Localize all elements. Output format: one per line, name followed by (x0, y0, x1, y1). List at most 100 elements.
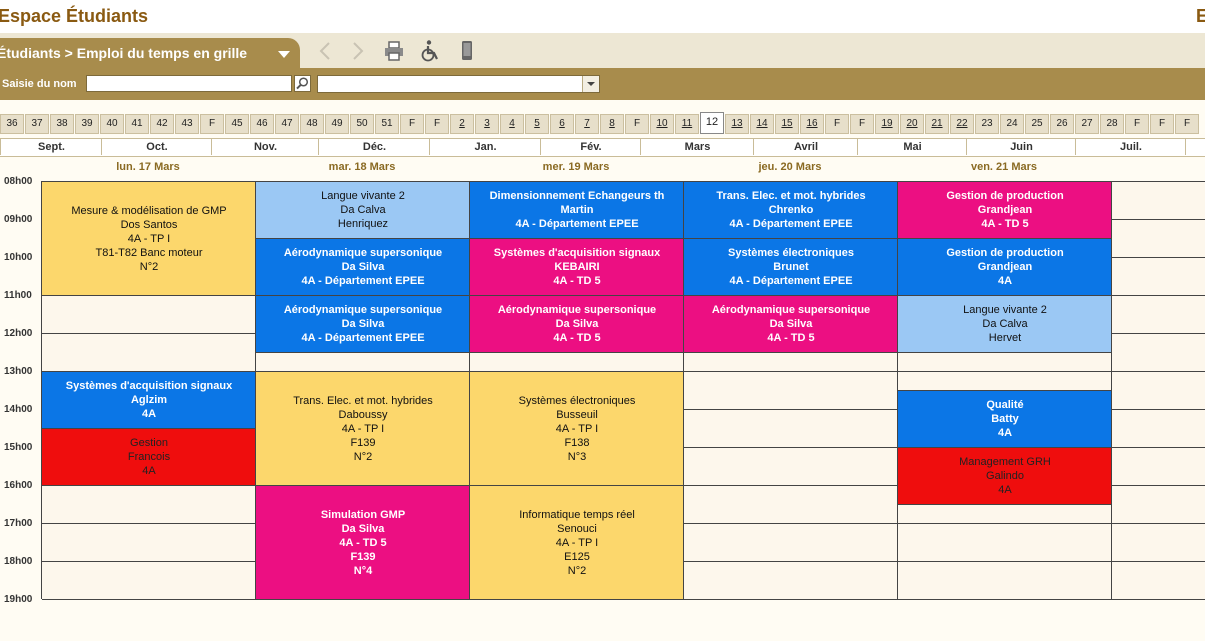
hour-line (1112, 371, 1205, 372)
week-7[interactable]: 7 (575, 114, 599, 134)
week-holiday[interactable]: F (1125, 114, 1149, 134)
day-column: Gestion de production Grandjean 4A - TD 5G… (897, 181, 1113, 600)
course-block[interactable]: Aérodynamique supersonique Da Silva 4A - T… (470, 295, 684, 353)
week-14[interactable]: 14 (750, 114, 774, 134)
week-holiday[interactable]: F (850, 114, 874, 134)
accessibility-icon[interactable] (418, 39, 442, 63)
week-21[interactable]: 21 (925, 114, 949, 134)
week-48[interactable]: 48 (300, 114, 324, 134)
name-search-input[interactable] (86, 75, 292, 92)
course-block[interactable]: Systèmes électroniques Busseuil 4A - TP IF… (470, 371, 684, 486)
course-block[interactable]: Simulation GMP Da Silva 4A - TD 5 F139 N°4 (256, 485, 470, 600)
hour-line (684, 485, 898, 486)
hour-line (898, 561, 1112, 562)
week-15[interactable]: 15 (775, 114, 799, 134)
course-title: Systèmes électroniques (728, 247, 854, 259)
week-50[interactable]: 50 (350, 114, 374, 134)
course-block[interactable]: Aérodynamique supersonique Da Silva 4A - D… (256, 295, 470, 353)
course-detail: Martin (560, 204, 594, 216)
week-37[interactable]: 37 (25, 114, 49, 134)
course-block[interactable]: Systèmes d'acquisition signaux KEBAIRI 4A … (470, 238, 684, 296)
week-38[interactable]: 38 (50, 114, 74, 134)
week-41[interactable]: 41 (125, 114, 149, 134)
hour-line (1112, 561, 1205, 562)
course-detail: Da Calva (982, 318, 1028, 330)
search-button[interactable] (294, 75, 311, 92)
chevron-down-icon[interactable] (278, 51, 290, 58)
week-holiday[interactable]: F (1150, 114, 1174, 134)
course-block[interactable]: Aérodynamique supersonique Da Silva 4A - D… (256, 238, 470, 296)
week-27[interactable]: 27 (1075, 114, 1099, 134)
course-detail: Hervet (988, 332, 1022, 344)
course-title: Management GRH (959, 456, 1051, 468)
course-block[interactable]: Systèmes électroniques Brunet 4A - Départe… (684, 238, 898, 296)
week-2[interactable]: 2 (450, 114, 474, 134)
course-block[interactable]: Aérodynamique supersonique Da Silva 4A - T… (684, 295, 898, 353)
week-holiday[interactable]: F (825, 114, 849, 134)
week-45[interactable]: 45 (225, 114, 249, 134)
week-holiday[interactable]: F (400, 114, 424, 134)
week-4[interactable]: 4 (500, 114, 524, 134)
week-5[interactable]: 5 (525, 114, 549, 134)
mobile-phone-icon[interactable] (455, 39, 479, 63)
course-block[interactable]: Gestion de production Grandjean 4A (898, 238, 1112, 296)
week-24[interactable]: 24 (1000, 114, 1024, 134)
week-23[interactable]: 23 (975, 114, 999, 134)
forward-arrow-icon[interactable] (346, 39, 370, 63)
course-title: Aérodynamique supersonique (711, 304, 871, 316)
week-12[interactable]: 12 (700, 112, 724, 134)
back-arrow-icon[interactable] (313, 39, 337, 63)
week-43[interactable]: 43 (175, 114, 199, 134)
week-holiday[interactable]: F (1175, 114, 1199, 134)
week-holiday[interactable]: F (200, 114, 224, 134)
course-detail: Da Silva (555, 318, 599, 330)
week-6[interactable]: 6 (550, 114, 574, 134)
week-20[interactable]: 20 (900, 114, 924, 134)
course-block[interactable]: Gestion de production Grandjean 4A - TD 5 (898, 181, 1112, 239)
print-icon[interactable] (382, 39, 406, 63)
course-block[interactable]: Systèmes d'acquisition signaux Aglzim 4A (42, 371, 256, 429)
week-8[interactable]: 8 (600, 114, 624, 134)
week-holiday[interactable]: F (425, 114, 449, 134)
week-22[interactable]: 22 (950, 114, 974, 134)
week-13[interactable]: 13 (725, 114, 749, 134)
day-column: Langue vivante 2 Da Calva Henriquez Aérodyn… (255, 181, 471, 600)
week-19[interactable]: 19 (875, 114, 899, 134)
breadcrumb[interactable]: Étudiants > Emploi du temps en grille (0, 38, 300, 68)
course-block[interactable]: Mesure & modélisation de GMP Dos Santos 4A… (42, 181, 256, 296)
week-51[interactable]: 51 (375, 114, 399, 134)
course-detail: Brunet (773, 261, 809, 273)
week-47[interactable]: 47 (275, 114, 299, 134)
course-detail: Chrenko (768, 204, 814, 216)
course-block[interactable]: Trans. Elec. et mot. hybrides Chrenko 4A -… (684, 181, 898, 239)
course-block[interactable]: Trans. Elec. et mot. hybrides Daboussy 4A … (256, 371, 470, 486)
week-39[interactable]: 39 (75, 114, 99, 134)
week-42[interactable]: 42 (150, 114, 174, 134)
course-title: Systèmes électroniques (518, 394, 636, 407)
hour-line (684, 561, 898, 562)
week-28[interactable]: 28 (1100, 114, 1124, 134)
course-block[interactable]: Langue vivante 2 Da Calva Henriquez (256, 181, 470, 239)
chevron-down-icon[interactable] (582, 76, 599, 92)
week-3[interactable]: 3 (475, 114, 499, 134)
week-49[interactable]: 49 (325, 114, 349, 134)
week-46[interactable]: 46 (250, 114, 274, 134)
week-40[interactable]: 40 (100, 114, 124, 134)
app-title-right: E (1196, 6, 1205, 26)
course-block[interactable]: Management GRH Galindo 4A (898, 447, 1112, 505)
week-11[interactable]: 11 (675, 114, 699, 134)
week-holiday[interactable]: F (625, 114, 649, 134)
course-detail: 4A - TP I (341, 422, 385, 435)
course-block[interactable]: Dimensionnement Echangeurs th Martin 4A - … (470, 181, 684, 239)
week-16[interactable]: 16 (800, 114, 824, 134)
course-block[interactable]: Langue vivante 2 Da Calva Hervet (898, 295, 1112, 353)
week-10[interactable]: 10 (650, 114, 674, 134)
week-25[interactable]: 25 (1025, 114, 1049, 134)
week-26[interactable]: 26 (1050, 114, 1074, 134)
course-block[interactable]: Informatique temps réel Senouci 4A - TP IE… (470, 485, 684, 600)
course-detail: 4A - TP I (127, 232, 171, 245)
course-block[interactable]: Gestion Francois 4A (42, 428, 256, 486)
resource-select[interactable] (317, 75, 600, 93)
week-36[interactable]: 36 (0, 114, 24, 134)
course-block[interactable]: Qualité Batty 4A (898, 390, 1112, 448)
